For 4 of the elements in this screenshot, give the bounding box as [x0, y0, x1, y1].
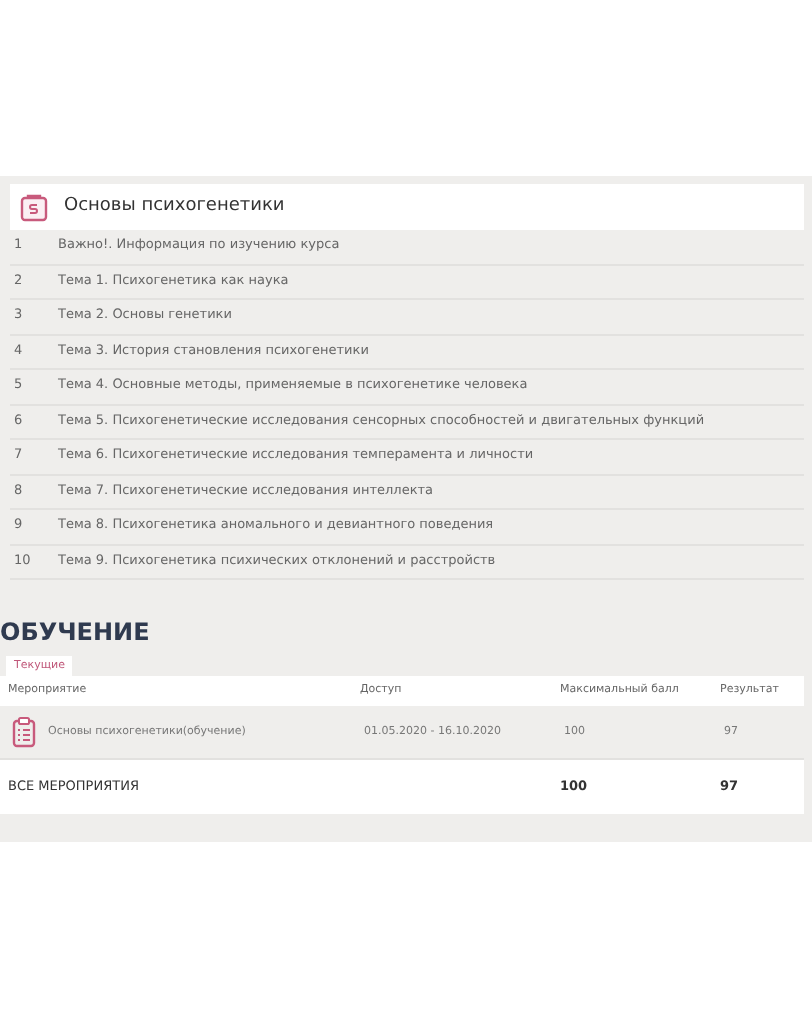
- section-heading: ОБУЧЕНИЕ: [0, 616, 152, 648]
- clipboard-list-icon: [12, 716, 36, 748]
- course-title: Основы психогенетики: [64, 193, 285, 220]
- dollar-document-icon: [20, 193, 48, 221]
